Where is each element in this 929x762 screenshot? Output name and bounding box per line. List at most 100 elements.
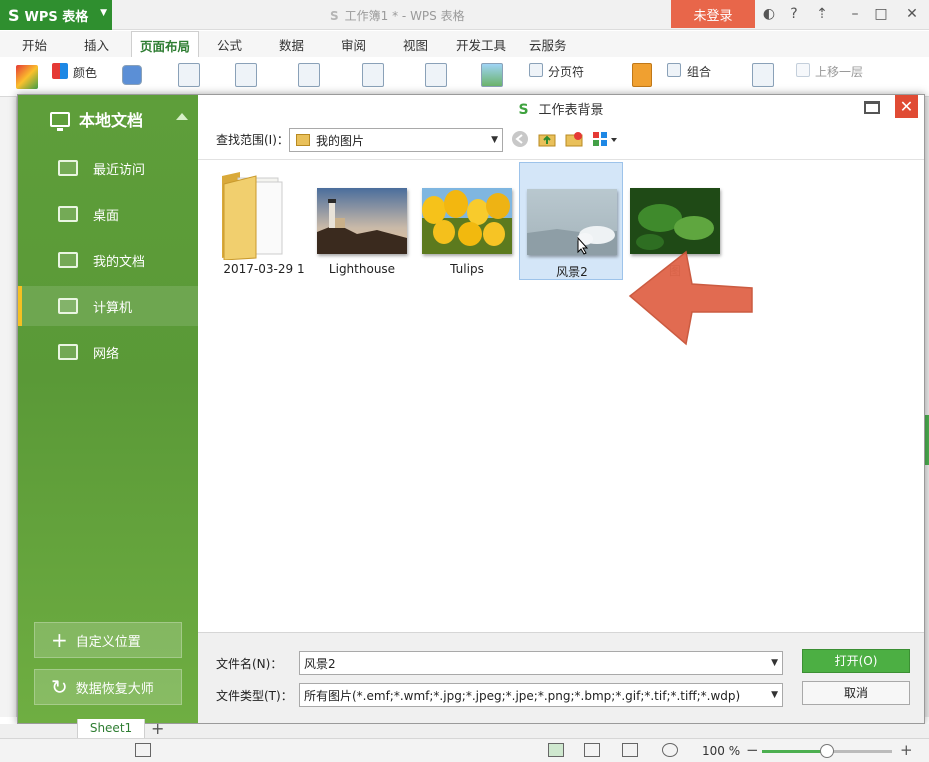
tab-insert[interactable]: 插入: [84, 35, 109, 54]
ribbon-tabs: 开始 插入 页面布局 公式 数据 审阅 视图 开发工具 云服务: [0, 31, 929, 57]
close-icon[interactable]: ✕: [900, 4, 924, 24]
zoom-slider[interactable]: [762, 744, 892, 758]
add-custom-location-button[interactable]: + 自定义位置: [34, 622, 182, 658]
app-menu-button[interactable]: S WPS 表格 ▼: [0, 0, 112, 30]
filename-label: 文件名(N)：: [216, 657, 283, 671]
file-name: Lighthouse: [328, 262, 396, 276]
up-folder-icon[interactable]: [538, 130, 556, 148]
collapse-up-icon[interactable]: [176, 113, 188, 120]
file-item-image-selected[interactable]: 风景2: [519, 162, 623, 280]
chevron-down-icon: ▼: [100, 8, 107, 18]
file-item-folder[interactable]: 2017-03-29 1: [212, 162, 316, 280]
file-item-image[interactable]: Tulips: [415, 162, 519, 280]
tab-page-layout[interactable]: 页面布局: [131, 31, 200, 57]
zoom-slider-handle[interactable]: [820, 744, 834, 758]
color-label[interactable]: 颜色: [73, 64, 97, 81]
maximize-icon[interactable]: □: [869, 4, 893, 24]
print-area-icon[interactable]: [362, 63, 384, 87]
back-icon[interactable]: [511, 130, 529, 148]
chevron-down-icon[interactable]: ▼: [771, 658, 778, 668]
group-icon[interactable]: [667, 63, 681, 77]
sidebar-item-label: 桌面: [93, 208, 120, 224]
tab-review[interactable]: 审阅: [341, 35, 366, 54]
row-header-strip: [0, 97, 17, 717]
wps-logo-icon: S: [8, 5, 20, 25]
macro-icon[interactable]: [135, 743, 151, 757]
skin-icon[interactable]: ◐: [757, 4, 781, 24]
sidebar-header[interactable]: 本地文档: [18, 95, 198, 143]
margins-icon[interactable]: [178, 63, 200, 87]
add-sheet-icon[interactable]: +: [151, 719, 164, 738]
document-title: S 工作簿1 * - WPS 表格: [330, 9, 465, 23]
theme-icon[interactable]: [16, 65, 38, 89]
paper-size-icon[interactable]: [298, 63, 320, 87]
wps-logo-icon: S: [330, 9, 339, 23]
zoom-out-icon[interactable]: −: [746, 741, 759, 759]
reading-mode-icon[interactable]: [622, 743, 638, 757]
tab-cloud[interactable]: 云服务: [529, 35, 567, 54]
new-folder-icon[interactable]: [565, 130, 583, 148]
wps-logo-icon: S: [518, 102, 529, 118]
desktop-icon: [58, 206, 78, 222]
bring-forward-icon: [796, 63, 810, 77]
dialog-maximize-icon[interactable]: [864, 101, 880, 114]
minimize-icon[interactable]: –: [843, 4, 867, 24]
tab-home[interactable]: 开始: [22, 35, 47, 54]
background-image-icon[interactable]: [481, 63, 503, 87]
dialog-sidebar: 本地文档 最近访问 桌面 我的文档 计算机 网络 + 自定义位置 ↻ 数据恢复大…: [18, 95, 198, 723]
filetype-select[interactable]: 所有图片(*.emf;*.wmf;*.jpg;*.jpeg;*.jpe;*.pn…: [299, 683, 783, 707]
zoom-level[interactable]: 100 %: [702, 744, 740, 758]
page-break-icon[interactable]: [529, 63, 543, 77]
folder-icon: [222, 172, 283, 260]
zoom-in-icon[interactable]: +: [900, 741, 913, 759]
plus-icon: +: [51, 628, 68, 652]
group-label[interactable]: 组合: [687, 63, 711, 80]
sidebar-item-my-documents[interactable]: 我的文档: [18, 240, 198, 280]
landscape-thumbnail: [527, 189, 617, 255]
view-menu-icon[interactable]: [592, 130, 618, 148]
ribbon-toolbar: 颜色 分页符 组合 上移一层: [0, 57, 929, 97]
tab-data[interactable]: 数据: [279, 35, 304, 54]
folder-icon: [296, 134, 310, 146]
chevron-down-icon[interactable]: ▼: [771, 690, 778, 700]
effects-icon[interactable]: [122, 65, 142, 85]
side-indicator: [925, 415, 929, 465]
align-icon[interactable]: [632, 63, 652, 87]
page-break-view-icon[interactable]: [584, 743, 600, 757]
eye-protection-icon[interactable]: [662, 743, 678, 757]
cancel-button[interactable]: 取消: [802, 681, 910, 705]
filename-input[interactable]: 风景2 ▼: [299, 651, 783, 675]
mouse-cursor-icon: [577, 237, 589, 255]
sidebar-item-desktop[interactable]: 桌面: [18, 194, 198, 234]
tab-developer[interactable]: 开发工具: [456, 35, 506, 54]
dialog-close-button[interactable]: ✕: [895, 95, 918, 118]
open-button[interactable]: 打开(O): [802, 649, 910, 673]
folder-icon: [58, 252, 78, 268]
sidebar-item-label: 最近访问: [93, 162, 146, 178]
select-pane-icon[interactable]: [752, 63, 774, 87]
look-in-label: 查找范围(I)：: [216, 133, 289, 147]
help-icon[interactable]: ?: [782, 4, 806, 24]
tab-formula[interactable]: 公式: [217, 35, 242, 54]
upload-icon[interactable]: ⇡: [810, 4, 834, 24]
look-in-select[interactable]: 我的图片 ▼: [289, 128, 503, 152]
login-button[interactable]: 未登录: [671, 0, 755, 28]
app-title-bar: S WPS 表格 ▼ S 工作簿1 * - WPS 表格 未登录 ◐ ? ⇡ – …: [0, 0, 929, 30]
dialog-title: S 工作表背景: [518, 102, 604, 118]
file-item-image[interactable]: Lighthouse: [310, 162, 414, 280]
orientation-icon[interactable]: [235, 63, 257, 87]
sidebar-item-label: 我的文档: [93, 254, 146, 270]
sheet-tab[interactable]: Sheet1: [77, 719, 145, 739]
color-icon[interactable]: [52, 63, 68, 79]
data-recovery-button[interactable]: ↻ 数据恢复大师: [34, 669, 182, 705]
print-titles-icon[interactable]: [425, 63, 447, 87]
normal-view-icon[interactable]: [548, 743, 564, 757]
sidebar-item-computer[interactable]: 计算机: [18, 286, 198, 326]
sidebar-item-network[interactable]: 网络: [18, 332, 198, 372]
tab-view[interactable]: 视图: [403, 35, 428, 54]
app-name: WPS 表格: [24, 9, 89, 25]
page-break-label[interactable]: 分页符: [548, 63, 584, 80]
dialog-bottom-bar: 文件名(N)： 风景2 ▼ 文件类型(T)： 所有图片(*.emf;*.wmf;…: [198, 632, 924, 723]
scrollbar-strip[interactable]: [925, 97, 929, 717]
sidebar-item-recent[interactable]: 最近访问: [18, 148, 198, 188]
